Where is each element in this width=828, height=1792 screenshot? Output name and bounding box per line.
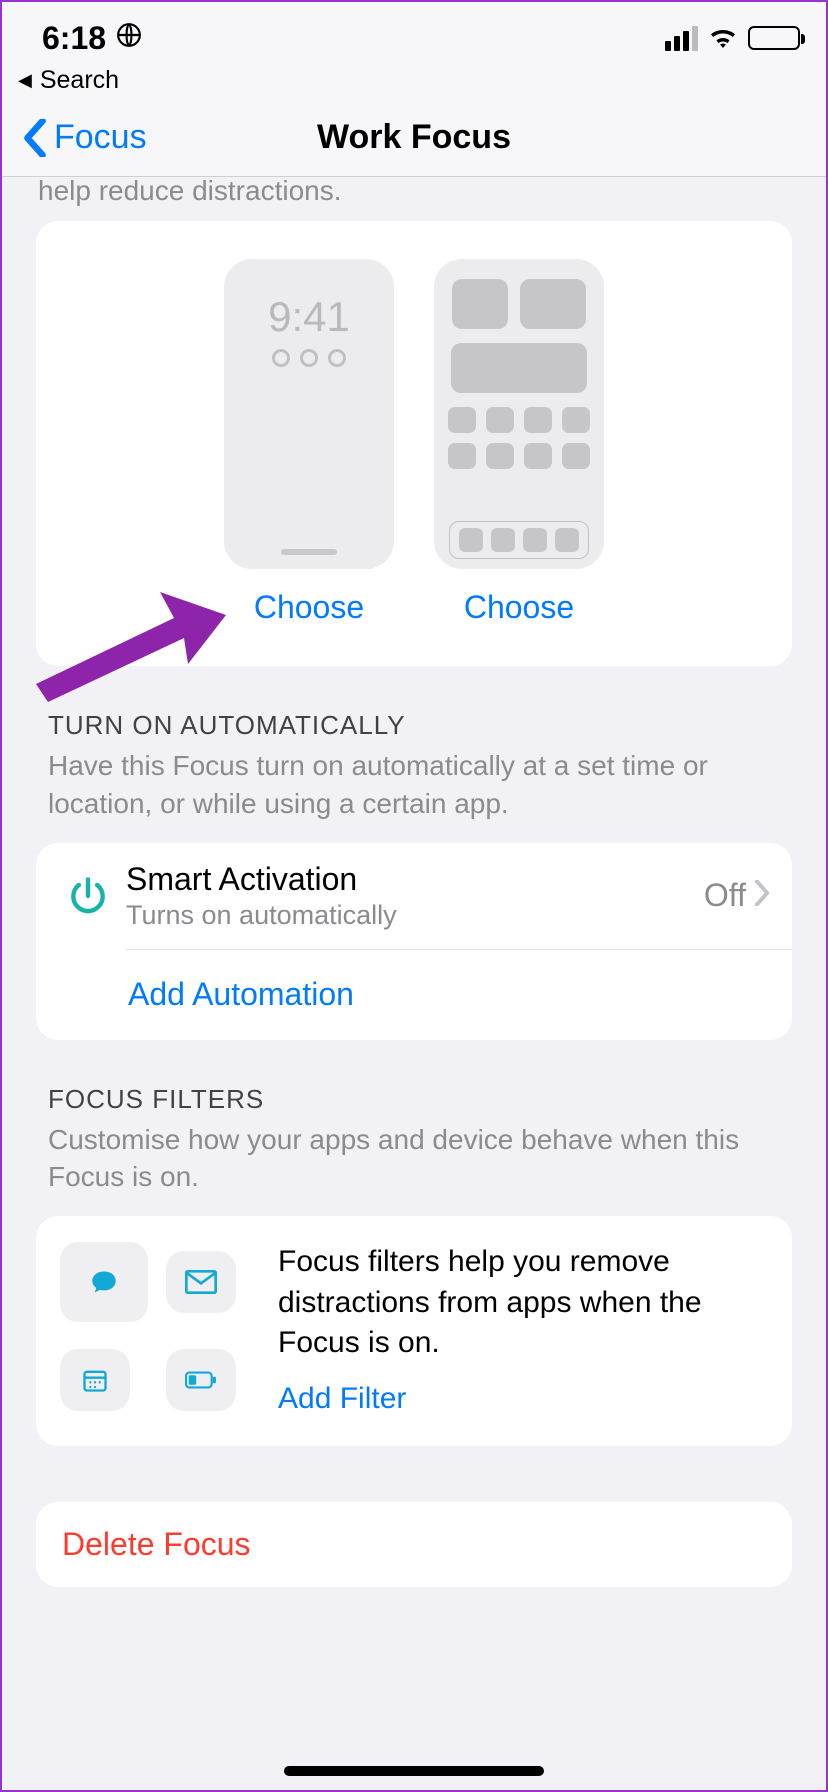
lock-preview-widgets-icon: [272, 349, 346, 367]
lock-preview-homebar-icon: [281, 549, 337, 555]
filters-body-text: Focus filters help you remove distractio…: [278, 1242, 768, 1364]
breadcrumb-back-search[interactable]: ◀ Search: [2, 60, 826, 105]
home-indicator[interactable]: [284, 1766, 544, 1776]
truncated-description: help reduce distractions.: [2, 175, 826, 207]
section-title-filters: FOCUS FILTERS: [48, 1084, 780, 1115]
automation-card: Smart Activation Turns on automatically …: [36, 843, 792, 1040]
customise-screens-card: 9:41 Choose Choose: [36, 221, 792, 666]
choose-home-screen-button[interactable]: Choose: [464, 589, 574, 626]
add-filter-button[interactable]: Add Filter: [278, 1382, 768, 1416]
smart-activation-subtitle: Turns on automatically: [126, 900, 704, 931]
home-screen-preview[interactable]: [434, 259, 604, 569]
status-bar: 6:18: [2, 2, 826, 60]
location-globe-icon: [116, 22, 142, 55]
calendar-app-icon: [60, 1349, 130, 1411]
chevron-right-icon: [754, 880, 770, 911]
add-automation-button[interactable]: Add Automation: [36, 950, 792, 1040]
lock-screen-preview[interactable]: 9:41: [224, 259, 394, 569]
power-icon: [58, 874, 118, 918]
filter-icons-grid: [60, 1242, 256, 1420]
smart-activation-value: Off: [704, 877, 746, 914]
section-header-automation: TURN ON AUTOMATICALLY Have this Focus tu…: [2, 666, 826, 829]
lock-preview-time: 9:41: [268, 293, 350, 341]
nav-header: Focus Work Focus: [2, 105, 826, 177]
battery-icon: [748, 26, 800, 50]
mail-app-icon: [166, 1251, 236, 1313]
section-desc-filters: Customise how your apps and device behav…: [48, 1121, 780, 1197]
breadcrumb-label: Search: [40, 66, 119, 95]
smart-activation-row[interactable]: Smart Activation Turns on automatically …: [36, 843, 792, 949]
wifi-icon: [708, 24, 738, 53]
add-automation-label: Add Automation: [128, 976, 354, 1013]
smart-activation-title: Smart Activation: [126, 861, 704, 898]
cellular-signal-icon: [665, 26, 698, 51]
back-triangle-icon: ◀: [18, 70, 32, 91]
delete-focus-button[interactable]: Delete Focus: [62, 1526, 766, 1563]
status-time: 6:18: [42, 20, 106, 57]
filters-card: Focus filters help you remove distractio…: [36, 1216, 792, 1446]
section-header-filters: FOCUS FILTERS Customise how your apps an…: [2, 1040, 826, 1203]
choose-lock-screen-button[interactable]: Choose: [254, 589, 364, 626]
delete-card: Delete Focus: [36, 1502, 792, 1587]
messages-app-icon: [60, 1242, 148, 1322]
nav-back-label: Focus: [54, 118, 147, 157]
low-power-app-icon: [166, 1349, 236, 1411]
chevron-left-icon: [22, 119, 48, 157]
nav-back-button[interactable]: Focus: [22, 118, 147, 157]
section-desc-automation: Have this Focus turn on automatically at…: [48, 747, 780, 823]
section-title-automation: TURN ON AUTOMATICALLY: [48, 710, 780, 741]
home-preview-dock-icon: [449, 521, 589, 559]
